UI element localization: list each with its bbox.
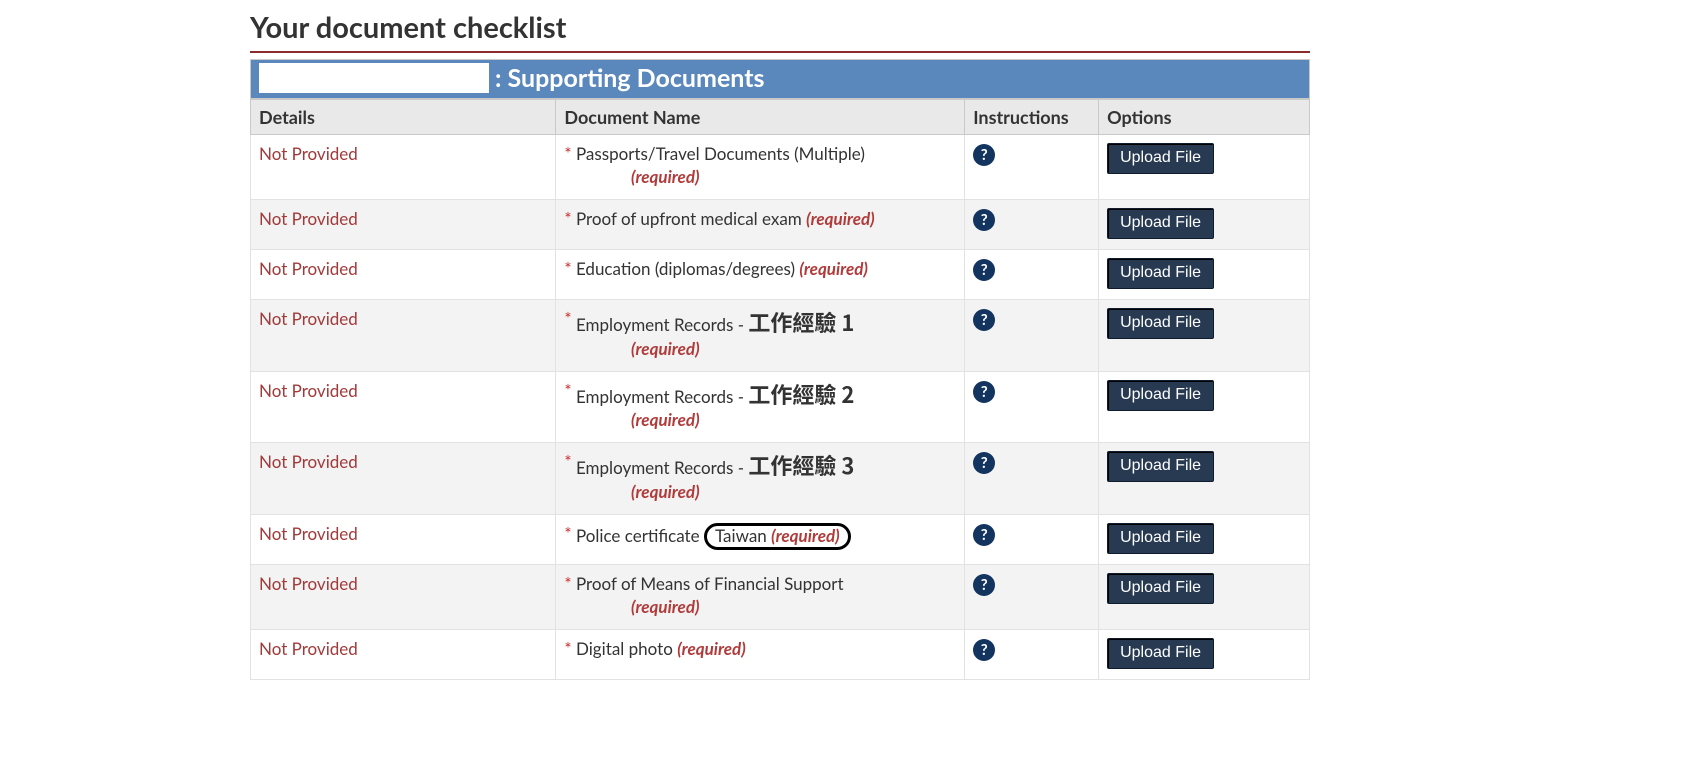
document-name: Police certificate	[576, 525, 700, 546]
required-asterisk: *	[564, 258, 571, 281]
upload-file-button[interactable]: Upload File	[1107, 380, 1214, 411]
required-asterisk: *	[564, 308, 571, 331]
col-header-document-name: Document Name	[556, 100, 965, 135]
status-text: Not Provided	[259, 573, 358, 594]
document-name: Employment Records -	[576, 314, 744, 335]
table-row: Not Provided * Digital photo (required)? U…	[251, 629, 1310, 679]
required-asterisk: *	[564, 638, 571, 661]
help-icon[interactable]: ?	[973, 144, 995, 166]
help-icon[interactable]: ?	[973, 452, 995, 474]
document-name: Proof of Means of Financial Support	[576, 573, 844, 594]
document-name: Proof of upfront medical exam	[576, 208, 802, 229]
document-suffix: 工作經驗 2	[748, 378, 854, 410]
status-text: Not Provided	[259, 308, 358, 329]
document-suffix: Taiwan	[715, 525, 767, 546]
upload-file-button[interactable]: Upload File	[1107, 573, 1214, 604]
required-label: (required)	[806, 208, 875, 229]
status-text: Not Provided	[259, 451, 358, 472]
required-label: (required)	[799, 258, 868, 279]
required-label: (required)	[631, 409, 700, 430]
required-asterisk: *	[564, 451, 571, 474]
required-label: (required)	[631, 596, 700, 617]
table-row: Not Provided * Employment Records - 工作經驗 …	[251, 443, 1310, 515]
required-label: (required)	[631, 338, 700, 359]
help-icon[interactable]: ?	[973, 639, 995, 661]
required-label: (required)	[677, 638, 746, 659]
applicant-name-redacted	[259, 63, 489, 93]
section-header: : Supporting Documents	[250, 59, 1310, 99]
help-icon[interactable]: ?	[973, 524, 995, 546]
document-checklist-table: Details Document Name Instructions Optio…	[250, 99, 1310, 680]
document-suffix: 工作經驗 3	[748, 449, 854, 481]
table-row: Not Provided * Passports/Travel Documents…	[251, 135, 1310, 200]
help-icon[interactable]: ?	[973, 209, 995, 231]
page-title: Your document checklist	[250, 10, 1310, 53]
required-asterisk: *	[564, 523, 571, 546]
status-text: Not Provided	[259, 258, 358, 279]
section-title-suffix: : Supporting Documents	[495, 63, 765, 93]
table-row: Not Provided * Employment Records - 工作經驗 …	[251, 299, 1310, 371]
help-icon[interactable]: ?	[973, 309, 995, 331]
required-label: (required)	[631, 166, 700, 187]
upload-file-button[interactable]: Upload File	[1107, 208, 1214, 239]
document-name: Education (diplomas/degrees)	[576, 258, 795, 279]
document-name: Employment Records -	[576, 386, 744, 407]
col-header-details: Details	[251, 100, 556, 135]
col-header-instructions: Instructions	[965, 100, 1099, 135]
table-row: Not Provided * Police certificate Taiwan …	[251, 514, 1310, 564]
status-text: Not Provided	[259, 208, 358, 229]
col-header-options: Options	[1099, 100, 1310, 135]
status-text: Not Provided	[259, 523, 358, 544]
required-asterisk: *	[564, 143, 571, 166]
help-icon[interactable]: ?	[973, 574, 995, 596]
table-row: Not Provided * Employment Records - 工作經驗 …	[251, 371, 1310, 443]
status-text: Not Provided	[259, 638, 358, 659]
status-text: Not Provided	[259, 380, 358, 401]
required-asterisk: *	[564, 208, 571, 231]
help-icon[interactable]: ?	[973, 259, 995, 281]
upload-file-button[interactable]: Upload File	[1107, 638, 1214, 669]
required-label: (required)	[771, 525, 840, 546]
table-row: Not Provided * Education (diplomas/degree…	[251, 249, 1310, 299]
document-name: Passports/Travel Documents (Multiple)	[576, 143, 865, 164]
circled-annotation: Taiwan (required)	[704, 523, 851, 550]
required-label: (required)	[631, 481, 700, 502]
upload-file-button[interactable]: Upload File	[1107, 308, 1214, 339]
table-row: Not Provided * Proof of Means of Financia…	[251, 564, 1310, 629]
upload-file-button[interactable]: Upload File	[1107, 523, 1214, 554]
required-asterisk: *	[564, 573, 571, 596]
upload-file-button[interactable]: Upload File	[1107, 451, 1214, 482]
status-text: Not Provided	[259, 143, 358, 164]
help-icon[interactable]: ?	[973, 381, 995, 403]
document-suffix: 工作經驗 1	[748, 306, 854, 338]
upload-file-button[interactable]: Upload File	[1107, 258, 1214, 289]
document-name: Digital photo	[576, 638, 673, 659]
required-asterisk: *	[564, 380, 571, 403]
upload-file-button[interactable]: Upload File	[1107, 143, 1214, 174]
document-name: Employment Records -	[576, 457, 744, 478]
table-row: Not Provided * Proof of upfront medical e…	[251, 199, 1310, 249]
